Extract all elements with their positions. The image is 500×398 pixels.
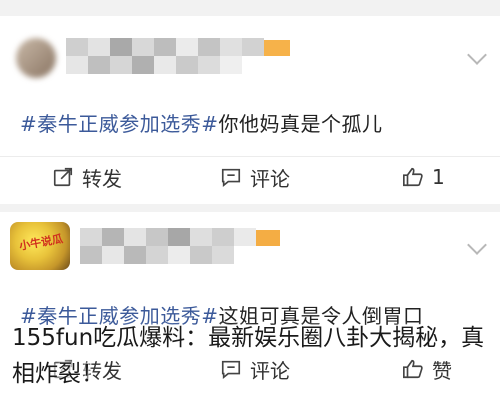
avatar-logo-text: 小牛说瓜 xyxy=(18,232,64,253)
avatar[interactable]: 小牛说瓜 xyxy=(10,222,70,270)
hashtag-link[interactable]: #秦牛正威参加选秀# xyxy=(20,112,219,136)
like-icon xyxy=(403,167,423,187)
overlay-caption: 155fun吃瓜爆料：最新娱乐圈八卦大揭秘，真相炸裂！ xyxy=(12,325,485,387)
forward-button[interactable]: 转发 xyxy=(52,162,122,192)
divider xyxy=(0,156,500,157)
comment-icon xyxy=(221,168,241,187)
post-text: #秦牛正威参加选秀#你他妈真是个孤儿 xyxy=(20,108,383,137)
comment-button[interactable]: 评论 xyxy=(220,162,290,192)
comment-label: 评论 xyxy=(250,166,290,191)
chevron-down-icon[interactable] xyxy=(467,235,487,255)
post-card: #秦牛正威参加选秀#你他妈真是个孤儿 转发 评论 1 xyxy=(0,16,500,204)
like-button[interactable]: 1 xyxy=(402,162,445,192)
avatar[interactable] xyxy=(16,38,56,78)
blurred-username xyxy=(66,38,296,78)
like-count: 1 xyxy=(432,165,445,189)
forward-label: 转发 xyxy=(82,166,122,191)
blurred-username xyxy=(80,228,310,268)
chevron-down-icon[interactable] xyxy=(467,45,487,65)
forward-icon xyxy=(53,167,73,187)
post-body: 你他妈真是个孤儿 xyxy=(218,112,383,136)
